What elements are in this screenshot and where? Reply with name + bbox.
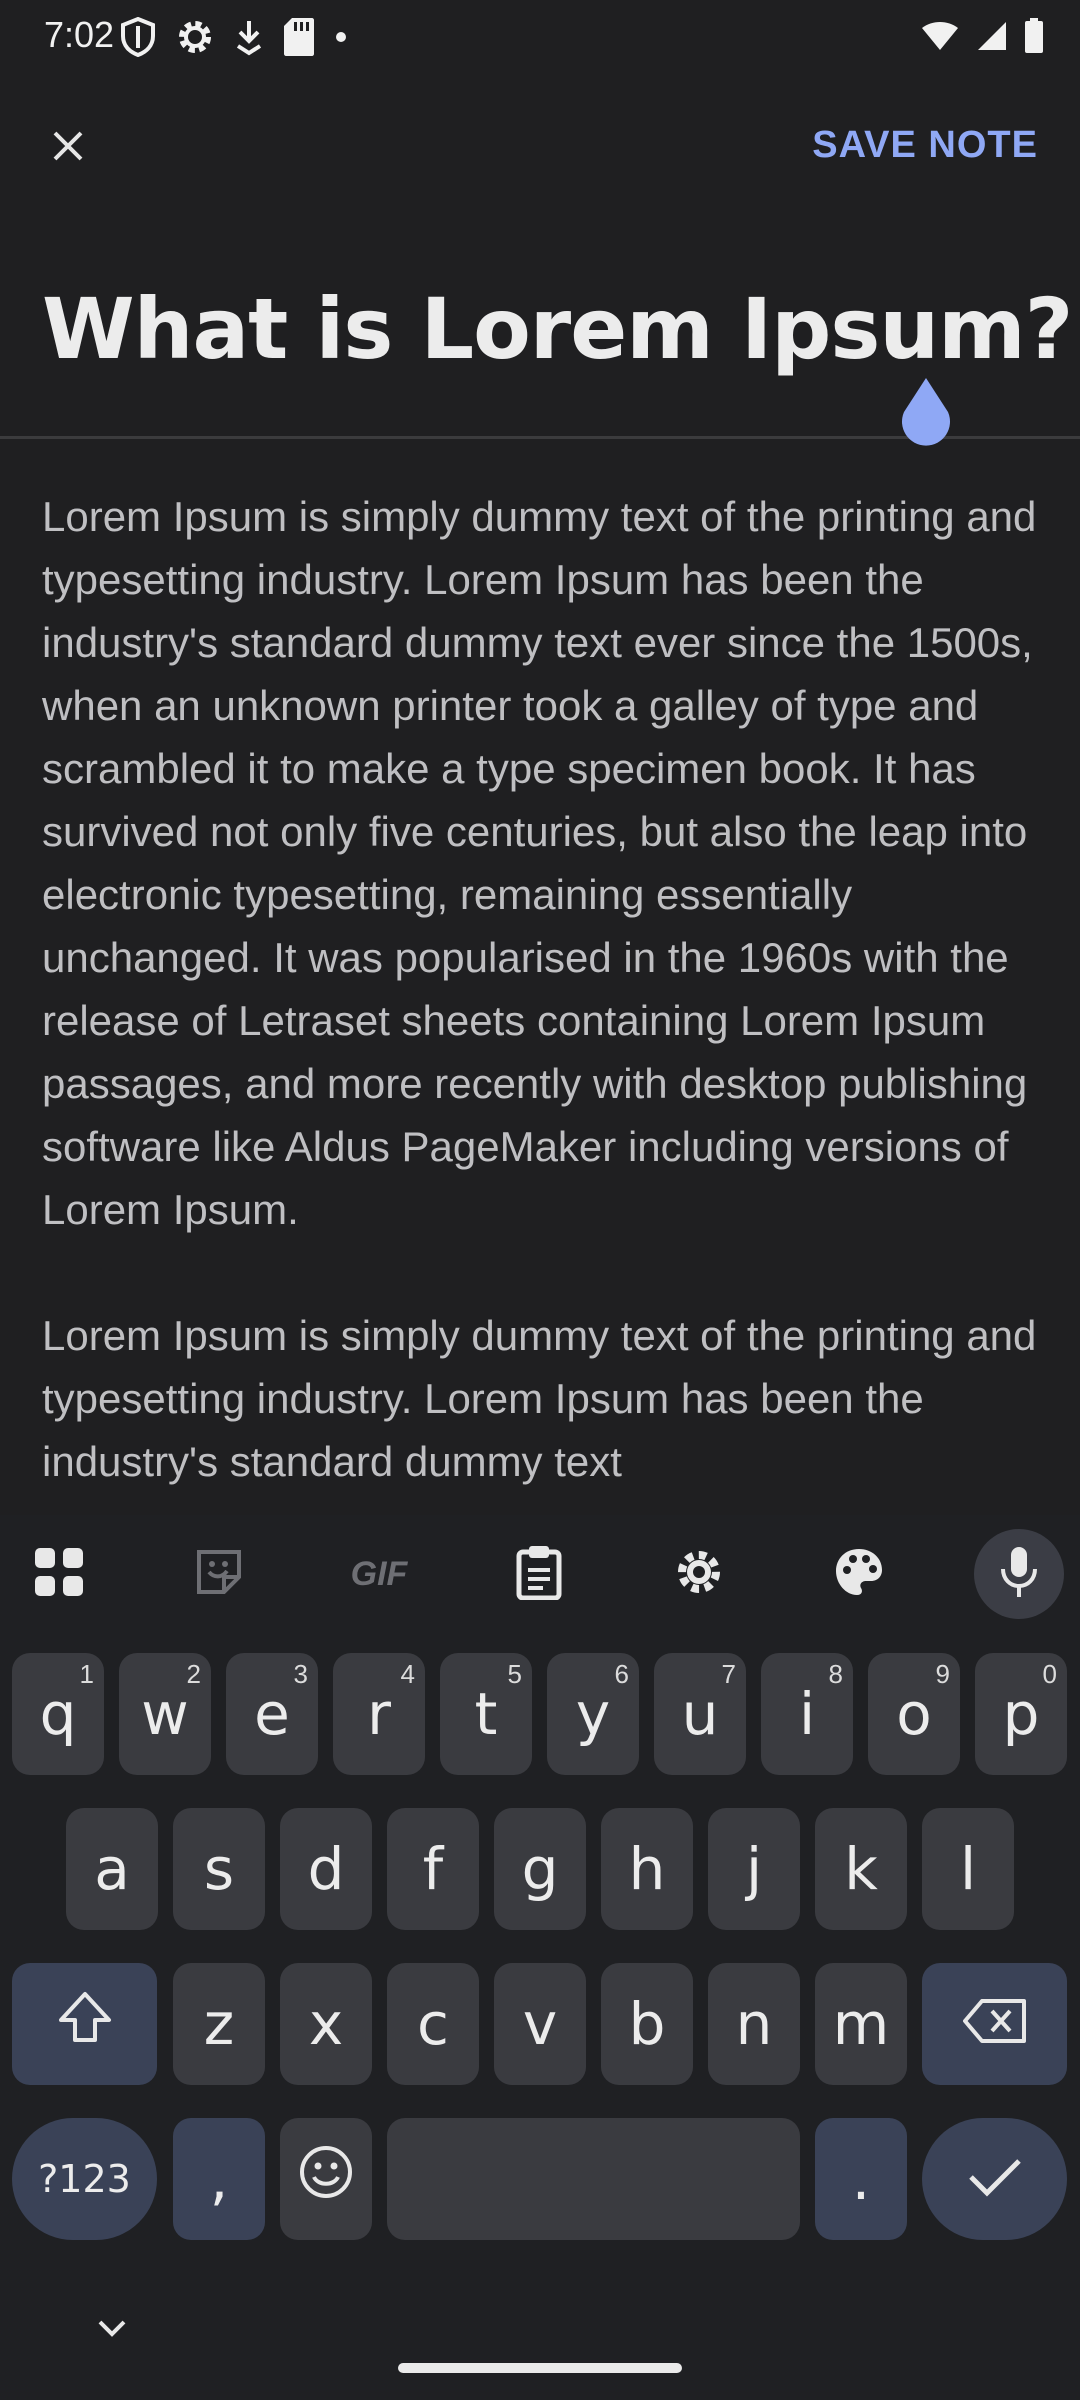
theme-button[interactable] xyxy=(814,1529,904,1619)
shift-icon xyxy=(57,1990,113,2058)
battery-icon xyxy=(1024,18,1044,59)
comma-key[interactable]: , xyxy=(173,2118,265,2240)
key-m[interactable]: m xyxy=(815,1963,907,2085)
symbols-key[interactable]: ?123 xyxy=(12,2118,157,2240)
key-q[interactable]: q1 xyxy=(12,1653,104,1775)
key-a[interactable]: a xyxy=(66,1808,158,1930)
key-n[interactable]: n xyxy=(708,1963,800,2085)
clipboard-button[interactable] xyxy=(494,1529,584,1619)
text-cursor-handle[interactable] xyxy=(898,376,954,448)
check-icon xyxy=(967,2145,1023,2213)
gear-icon xyxy=(174,16,216,58)
emoji-icon xyxy=(298,2144,354,2214)
sticker-icon xyxy=(194,1547,244,1602)
key-p[interactable]: p0 xyxy=(975,1653,1067,1775)
key-y[interactable]: y6 xyxy=(547,1653,639,1775)
key-z[interactable]: z xyxy=(173,1963,265,2085)
key-j[interactable]: j xyxy=(708,1808,800,1930)
key-f[interactable]: f xyxy=(387,1808,479,1930)
apps-grid-icon xyxy=(33,1546,85,1603)
apps-grid-button[interactable] xyxy=(14,1529,104,1619)
save-note-button[interactable]: SAVE NOTE xyxy=(812,124,1038,167)
enter-key[interactable] xyxy=(922,2118,1067,2240)
mic-icon xyxy=(999,1545,1039,1604)
wifi-icon xyxy=(920,20,960,57)
key-t[interactable]: t5 xyxy=(440,1653,532,1775)
key-k[interactable]: k xyxy=(815,1808,907,1930)
key-o[interactable]: o9 xyxy=(868,1653,960,1775)
note-paragraph: Lorem Ipsum is simply dummy text of the … xyxy=(42,1312,1037,1485)
sd-card-icon xyxy=(282,16,316,58)
gif-button[interactable]: GIF xyxy=(334,1529,424,1619)
chevron-down-icon xyxy=(90,2320,134,2350)
backspace-icon xyxy=(962,1990,1028,2058)
space-key[interactable] xyxy=(387,2118,800,2240)
status-time: 7:02 xyxy=(44,14,115,55)
keyboard-settings-button[interactable] xyxy=(654,1529,744,1619)
key-w[interactable]: w2 xyxy=(119,1653,211,1775)
notification-dot-icon xyxy=(334,30,348,44)
key-l[interactable]: l xyxy=(922,1808,1014,1930)
key-c[interactable]: c xyxy=(387,1963,479,2085)
backspace-key[interactable] xyxy=(922,1963,1067,2085)
download-icon xyxy=(234,18,264,56)
close-button[interactable] xyxy=(40,120,96,176)
hide-keyboard-button[interactable] xyxy=(90,2312,134,2346)
soft-keyboard: GIF xyxy=(0,1515,1080,2400)
gif-icon: GIF xyxy=(350,1554,408,1593)
clipboard-icon xyxy=(515,1544,563,1605)
app-bar: SAVE NOTE xyxy=(0,90,1080,200)
close-icon xyxy=(50,128,86,169)
key-u[interactable]: u7 xyxy=(654,1653,746,1775)
signal-icon xyxy=(976,20,1008,57)
voice-input-button[interactable] xyxy=(974,1529,1064,1619)
emoji-key[interactable] xyxy=(280,2118,372,2240)
palette-icon xyxy=(833,1546,885,1603)
period-key[interactable]: . xyxy=(815,2118,907,2240)
settings-icon xyxy=(673,1546,725,1603)
key-v[interactable]: v xyxy=(494,1963,586,2085)
key-g[interactable]: g xyxy=(494,1808,586,1930)
note-title[interactable]: What is Lorem Ipsum? xyxy=(42,280,1073,378)
note-paragraph: Lorem Ipsum is simply dummy text of the … xyxy=(42,493,1037,1233)
key-x[interactable]: x xyxy=(280,1963,372,2085)
key-i[interactable]: i8 xyxy=(761,1653,853,1775)
key-b[interactable]: b xyxy=(601,1963,693,2085)
shift-key[interactable] xyxy=(12,1963,157,2085)
shield-icon xyxy=(120,17,156,57)
key-d[interactable]: d xyxy=(280,1808,372,1930)
key-s[interactable]: s xyxy=(173,1808,265,1930)
keyboard-toolbar: GIF xyxy=(0,1515,1080,1633)
status-bar: 7:02 xyxy=(0,0,1080,72)
key-r[interactable]: r4 xyxy=(333,1653,425,1775)
key-e[interactable]: e3 xyxy=(226,1653,318,1775)
key-h[interactable]: h xyxy=(601,1808,693,1930)
note-body-field[interactable]: Lorem Ipsum is simply dummy text of the … xyxy=(42,485,1042,1510)
sticker-button[interactable] xyxy=(174,1529,264,1619)
home-indicator[interactable] xyxy=(398,2363,682,2373)
